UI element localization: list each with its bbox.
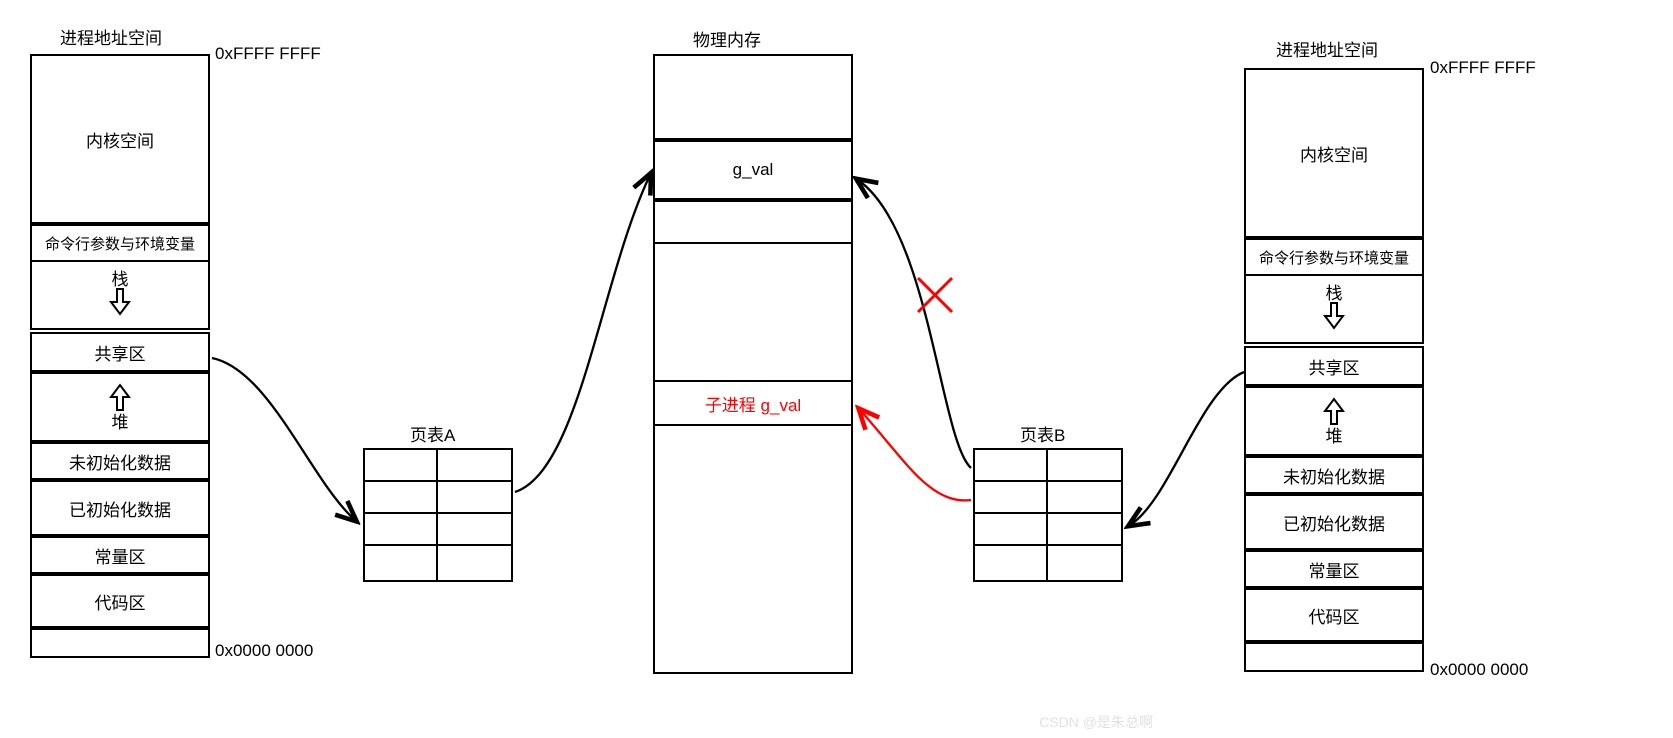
phys-child-gval-label: 子进程 g_val [705,391,801,416]
left-stack-label: 栈 [112,271,129,288]
left-title: 进程地址空间 [60,24,162,49]
left-env: 命令行参数与环境变量 [30,224,210,262]
left-text: 代码区 [30,574,210,628]
left-stack: 栈 [30,260,210,330]
right-bottom-pad [1244,642,1424,672]
phys-gval: g_val [653,140,853,200]
up-arrow-glyph [109,383,131,414]
right-stack: 栈 [1244,274,1424,344]
right-bss: 未初始化数据 [1244,456,1424,494]
right-shared: 共享区 [1244,346,1424,386]
left-heap: 堆 [30,372,210,442]
watermark: CSDN @是朱总啊 [1039,712,1153,732]
right-rodata: 常量区 [1244,550,1424,588]
right-title: 进程地址空间 [1276,36,1378,61]
page-table-b [973,448,1123,584]
phys-title: 物理内存 [693,26,761,51]
right-data: 已初始化数据 [1244,494,1424,550]
right-low-addr: 0x0000 0000 [1430,660,1528,680]
left-heap-label: 堆 [112,414,129,431]
left-shared: 共享区 [30,332,210,372]
phys-slot-2 [653,200,853,244]
phys-slot-0 [653,54,853,140]
page-table-a [363,448,513,584]
right-heap-label: 堆 [1326,428,1343,445]
up-arrow-glyph [1323,397,1345,428]
phys-child-gval: 子进程 g_val [653,380,853,426]
left-bss: 未初始化数据 [30,442,210,480]
right-high-addr: 0xFFFF FFFF [1430,58,1536,78]
right-heap: 堆 [1244,386,1424,456]
right-text: 代码区 [1244,588,1424,642]
right-env: 命令行参数与环境变量 [1244,238,1424,276]
ptb-title: 页表B [1020,421,1065,446]
left-bottom-pad [30,628,210,658]
left-data: 已初始化数据 [30,480,210,536]
left-high-addr: 0xFFFF FFFF [215,44,321,64]
right-stack-label: 栈 [1326,285,1343,302]
down-arrow-glyph [109,288,131,319]
down-arrow-glyph [1323,302,1345,333]
left-rodata: 常量区 [30,536,210,574]
left-env-label: 命令行参数与环境变量 [45,233,195,254]
left-low-addr: 0x0000 0000 [215,641,313,661]
left-kernel: 内核空间 [30,54,210,224]
right-kernel: 内核空间 [1244,68,1424,238]
pta-title: 页表A [410,421,455,446]
right-env-label: 命令行参数与环境变量 [1259,247,1409,268]
